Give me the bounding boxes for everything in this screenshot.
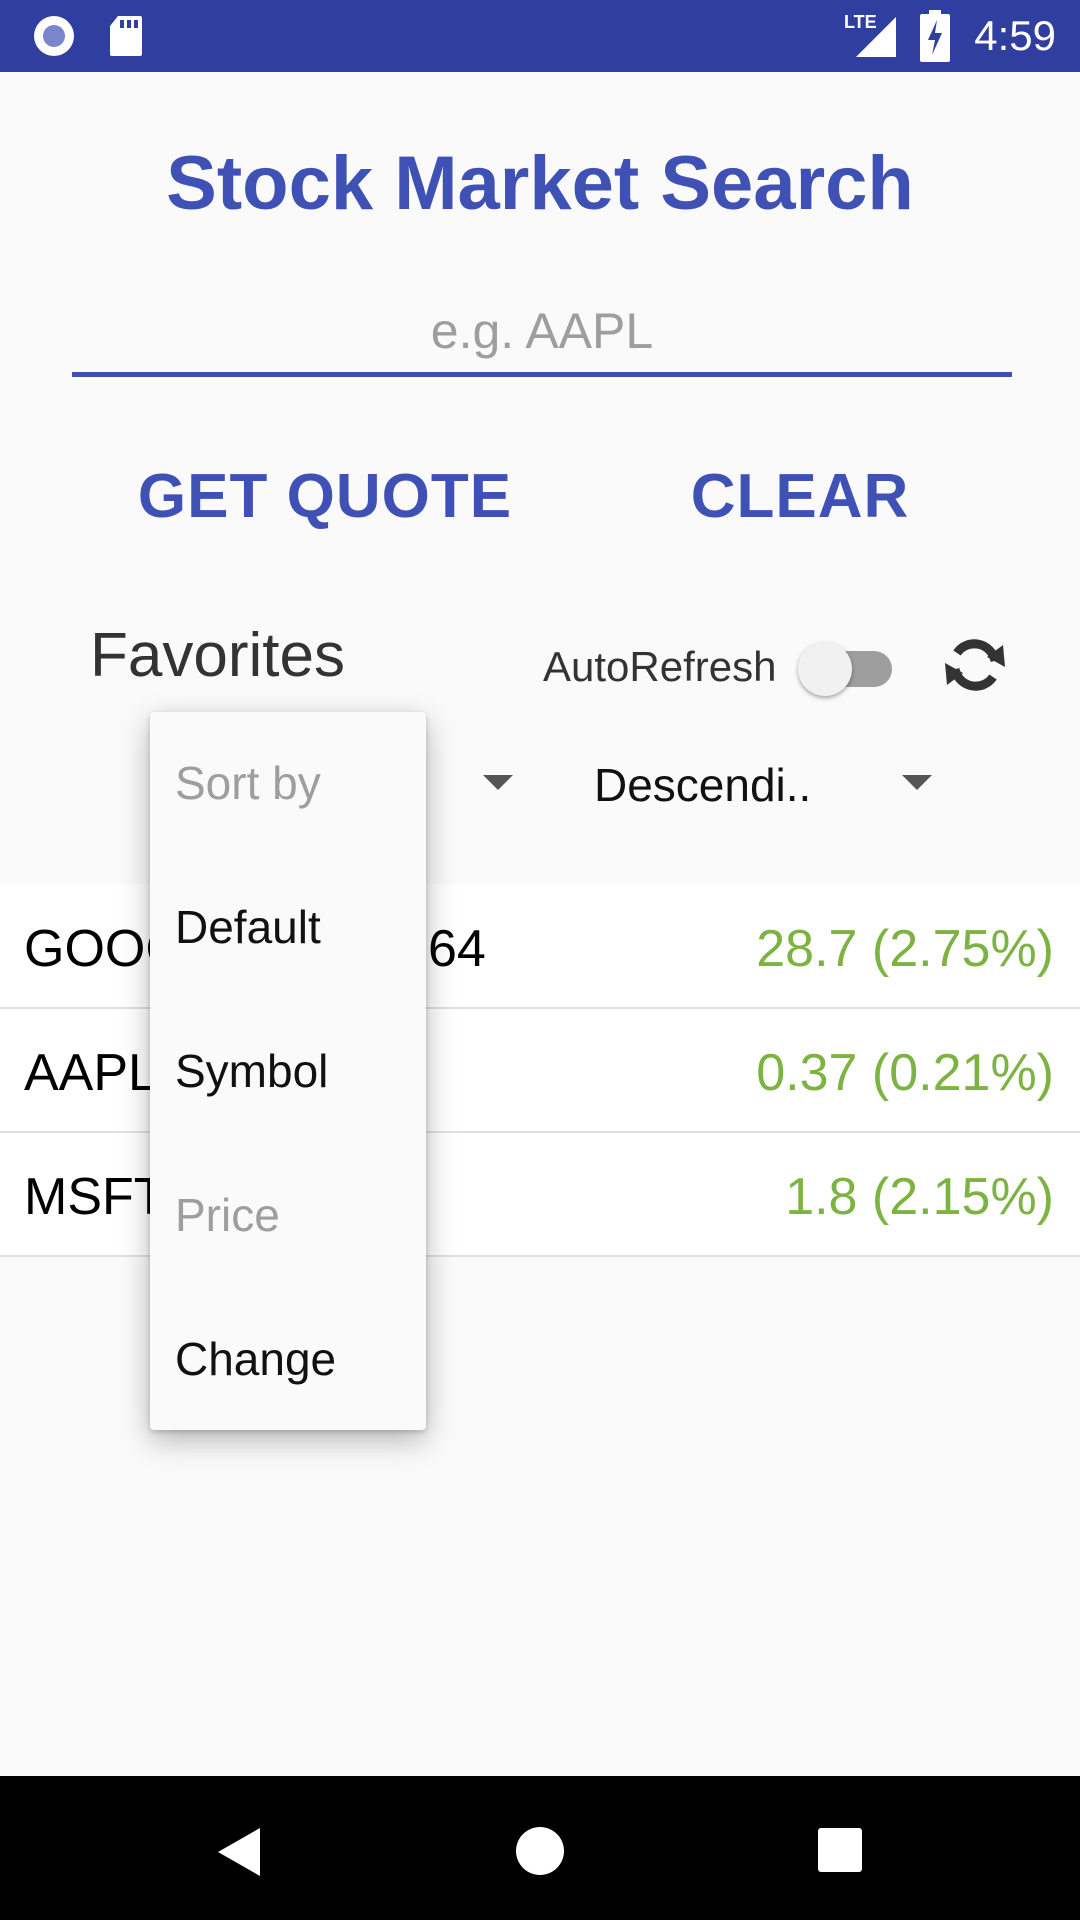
stock-symbol: AAPL bbox=[24, 1044, 157, 1102]
home-icon[interactable] bbox=[515, 1826, 565, 1881]
stock-change: 28.7 (2.75%) bbox=[756, 920, 1054, 978]
sort-option-price[interactable]: Price bbox=[175, 1188, 280, 1242]
clock: 4:59 bbox=[974, 12, 1056, 59]
search-field-container bbox=[72, 290, 1012, 377]
sort-by-dropdown-menu: Sort by Default Symbol Price Change bbox=[150, 712, 426, 1430]
sort-order-chevron-down-icon[interactable] bbox=[902, 775, 932, 790]
stock-price: 64 bbox=[428, 920, 486, 978]
refresh-icon[interactable] bbox=[943, 633, 1007, 697]
battery-charging-icon bbox=[920, 0, 950, 72]
sort-option-change[interactable]: Change bbox=[175, 1332, 336, 1386]
sort-option-default[interactable]: Default bbox=[175, 900, 321, 954]
symbol-search-input[interactable] bbox=[72, 290, 1012, 377]
lte-signal-icon bbox=[852, 0, 898, 72]
page-title: Stock Market Search bbox=[166, 141, 914, 226]
clear-button[interactable]: CLEAR bbox=[680, 448, 920, 544]
autorefresh-toggle[interactable] bbox=[798, 638, 898, 696]
sort-by-chevron-down-icon[interactable] bbox=[483, 775, 513, 790]
sort-option-symbol[interactable]: Symbol bbox=[175, 1044, 328, 1098]
autorefresh-label: AutoRefresh bbox=[543, 643, 777, 690]
status-bar: LTE 4:59 bbox=[0, 0, 1080, 72]
system-navigation-bar bbox=[0, 1776, 1080, 1920]
sort-order-spinner[interactable]: Descendi.. bbox=[594, 758, 811, 812]
stock-symbol: MSFT bbox=[24, 1168, 166, 1226]
sd-card-icon bbox=[108, 0, 144, 72]
recents-icon[interactable] bbox=[817, 1827, 863, 1878]
stock-change: 1.8 (2.15%) bbox=[785, 1168, 1054, 1226]
get-quote-button[interactable]: GET QUOTE bbox=[130, 448, 520, 544]
stock-change: 0.37 (0.21%) bbox=[756, 1044, 1054, 1102]
favorites-heading: Favorites bbox=[90, 621, 345, 690]
toggle-thumb bbox=[798, 642, 852, 696]
sort-menu-header: Sort by bbox=[175, 757, 321, 809]
back-icon[interactable] bbox=[214, 1826, 262, 1883]
notification-circle-icon bbox=[32, 0, 76, 72]
